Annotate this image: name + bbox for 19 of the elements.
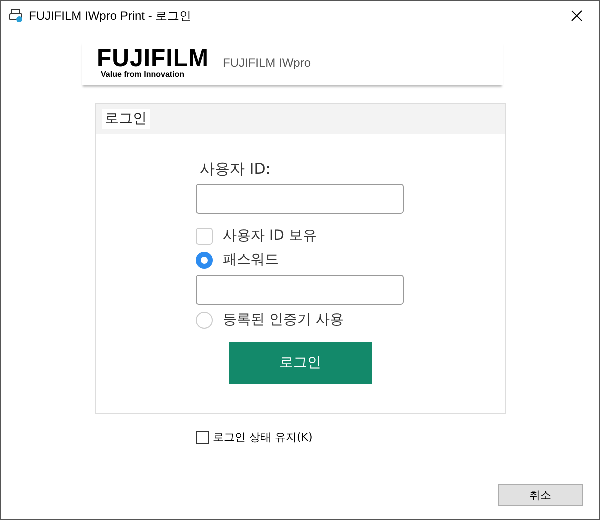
- user-id-field[interactable]: [196, 184, 404, 214]
- cancel-button[interactable]: 취소: [498, 484, 583, 506]
- radio-button[interactable]: [196, 312, 213, 328]
- radio-label: 등록된 인증기 사용: [223, 311, 344, 329]
- radio-button[interactable]: [196, 252, 213, 268]
- brand-tagline: Value from Innovation: [101, 71, 185, 79]
- checkbox-label: 로그인 상태 유지(K): [213, 430, 313, 445]
- window-title: FUJIFILM IWpro Print - 로그인: [29, 8, 192, 24]
- close-icon: [571, 10, 583, 22]
- password-field[interactable]: [196, 275, 404, 305]
- checkbox-label: 사용자 ID 보유: [223, 227, 317, 245]
- checkbox[interactable]: [196, 431, 209, 444]
- radio-label: 패스워드: [223, 251, 279, 269]
- panel-title: 로그인: [102, 109, 150, 129]
- product-name: FUJIFILM IWpro: [223, 56, 312, 70]
- brand-logo: FUJIFILM: [97, 46, 209, 72]
- login-button[interactable]: 로그인: [229, 342, 372, 384]
- field-label: 사용자 ID:: [200, 160, 272, 179]
- printer-icon: [9, 9, 23, 23]
